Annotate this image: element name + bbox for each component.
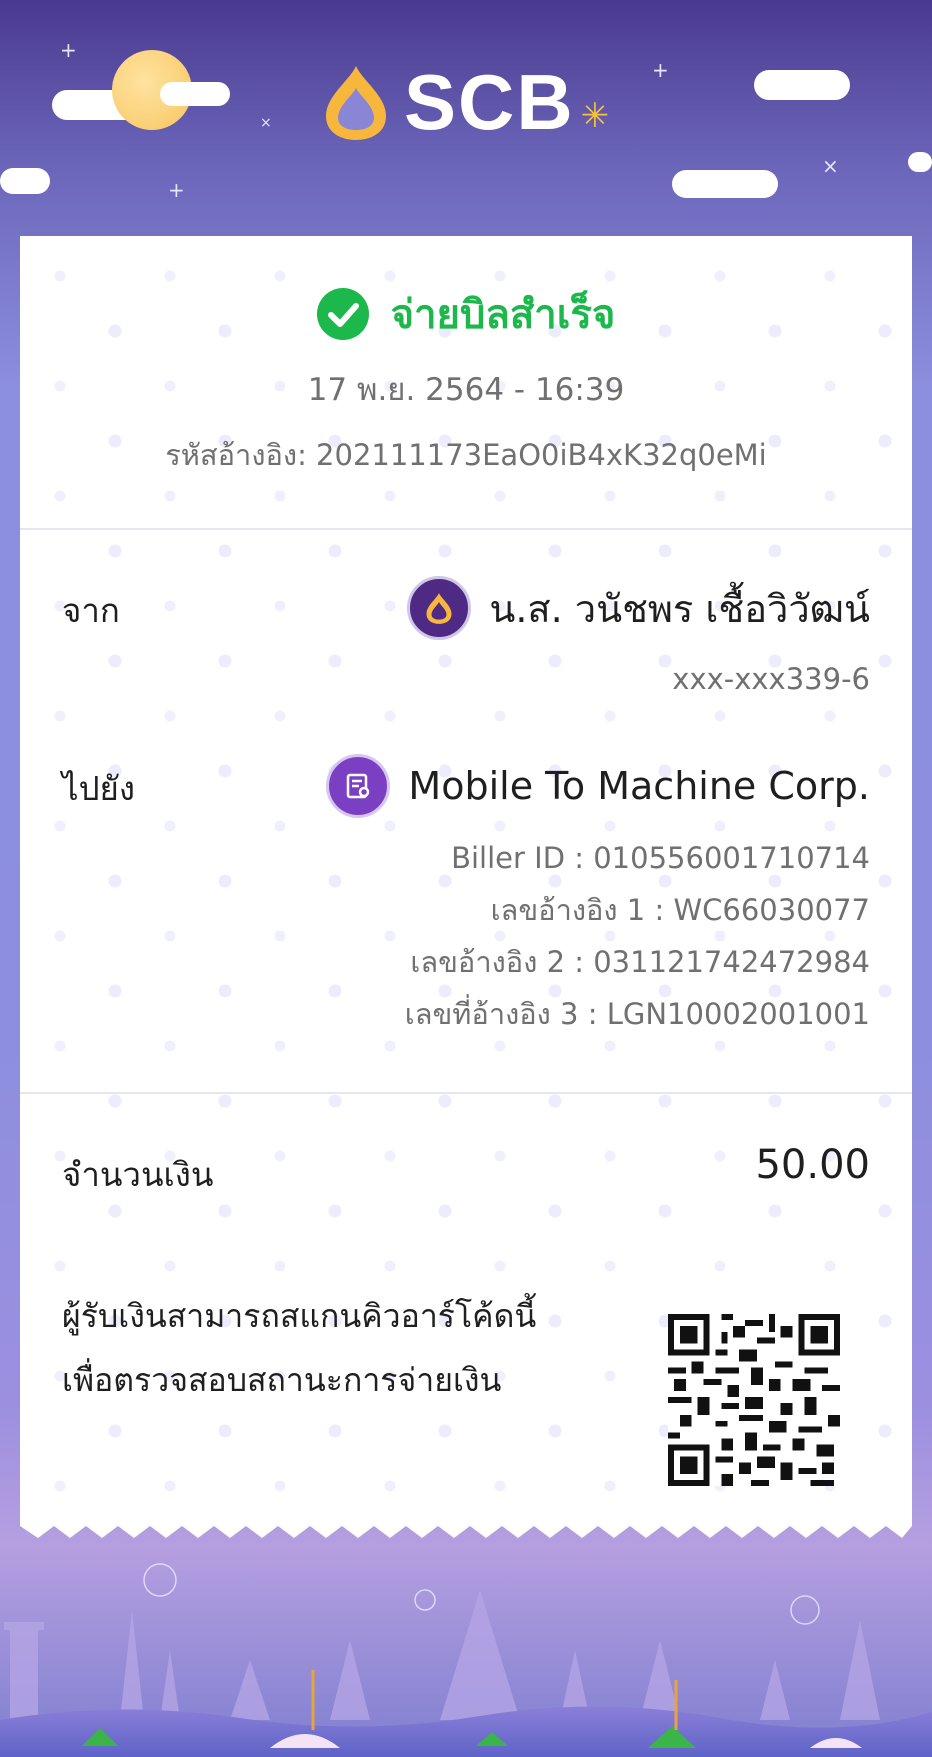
- transaction-reference: รหัสอ้างอิง: 202111173EaO0iB4xK32q0eMi: [165, 438, 767, 472]
- scb-lotus-logo-icon: [326, 66, 386, 140]
- from-account: xxx-xxx339-6: [672, 662, 870, 696]
- check-circle-icon: [316, 288, 369, 340]
- star-icon: ✳: [580, 96, 610, 136]
- scb-bank-avatar-icon: [407, 576, 472, 640]
- from-label: จาก: [62, 591, 120, 630]
- qr-note: ผู้รับเงินสามารถสแกนคิวอาร์โค้ดนี้ เพื่อ…: [62, 1284, 536, 1412]
- sparkle-decor: ×: [822, 154, 839, 178]
- brand-name: SCB: [404, 58, 575, 146]
- status-title: จ่ายบิลสำเร็จ: [390, 292, 616, 338]
- cloud-decor: [908, 152, 932, 172]
- cloud-decor: [160, 82, 230, 106]
- sparkle-decor: +: [168, 178, 185, 202]
- transaction-datetime: 17 พ.ย. 2564 - 16:39: [307, 372, 625, 408]
- scb-logo: SCB ✳: [320, 62, 609, 142]
- reference-1: เลขอ้างอิง 1 : WC66030077: [490, 893, 870, 927]
- cloud-decor: [672, 170, 778, 198]
- from-section: น.ส. วนัชพร เชื้อวิวัฒน์ xxx-xxx339-6: [407, 576, 870, 696]
- cloud-decor: [0, 168, 50, 194]
- divider: [20, 528, 912, 530]
- reference-2: เลขอ้างอิง 2 : 031121742472984: [410, 945, 870, 979]
- qr-note-line1: ผู้รับเงินสามารถสแกนคิวอาร์โค้ดนี้: [62, 1297, 537, 1335]
- from-name: น.ส. วนัชพร เชื้อวิวัฒน์: [489, 586, 870, 631]
- qr-note-line2: เพื่อตรวจสอบสถานะการจ่ายเงิน: [62, 1361, 502, 1399]
- loy-krathong-scene: [0, 1563, 932, 1757]
- status-header: จ่ายบิลสำเร็จ: [20, 282, 912, 346]
- biller-id: Biller ID : 010556001710714: [451, 841, 870, 875]
- receipt-zigzag-edge: [20, 1518, 912, 1538]
- receipt-screen: + + + × × SCB ✳ จ่ายบิลสำเร็จ 17 พ.ย. 25…: [0, 0, 932, 1757]
- to-section: Mobile To Machine Corp. Biller ID : 0105…: [326, 754, 870, 1040]
- from-row: น.ส. วนัชพร เชื้อวิวัฒน์: [407, 576, 870, 640]
- sparkle-decor: ×: [260, 115, 272, 131]
- to-row: Mobile To Machine Corp.: [326, 754, 870, 818]
- divider: [20, 1092, 912, 1094]
- receipt-card: จ่ายบิลสำเร็จ 17 พ.ย. 2564 - 16:39 รหัสอ…: [20, 236, 912, 1521]
- biller-avatar-icon: [326, 754, 391, 818]
- to-label: ไปยัง: [62, 769, 135, 808]
- reference-3: เลขที่อ้างอิง 3 : LGN10002001001: [404, 997, 870, 1031]
- to-name: Mobile To Machine Corp.: [408, 764, 870, 808]
- qr-code-icon[interactable]: [668, 1314, 840, 1486]
- sparkle-decor: +: [652, 58, 669, 82]
- cloud-decor: [754, 70, 850, 100]
- sparkle-decor: +: [60, 38, 77, 62]
- amount-value: 50.00: [755, 1142, 870, 1188]
- biller-details: Biller ID : 010556001710714 เลขอ้างอิง 1…: [326, 832, 870, 1040]
- amount-label: จำนวนเงิน: [62, 1155, 214, 1194]
